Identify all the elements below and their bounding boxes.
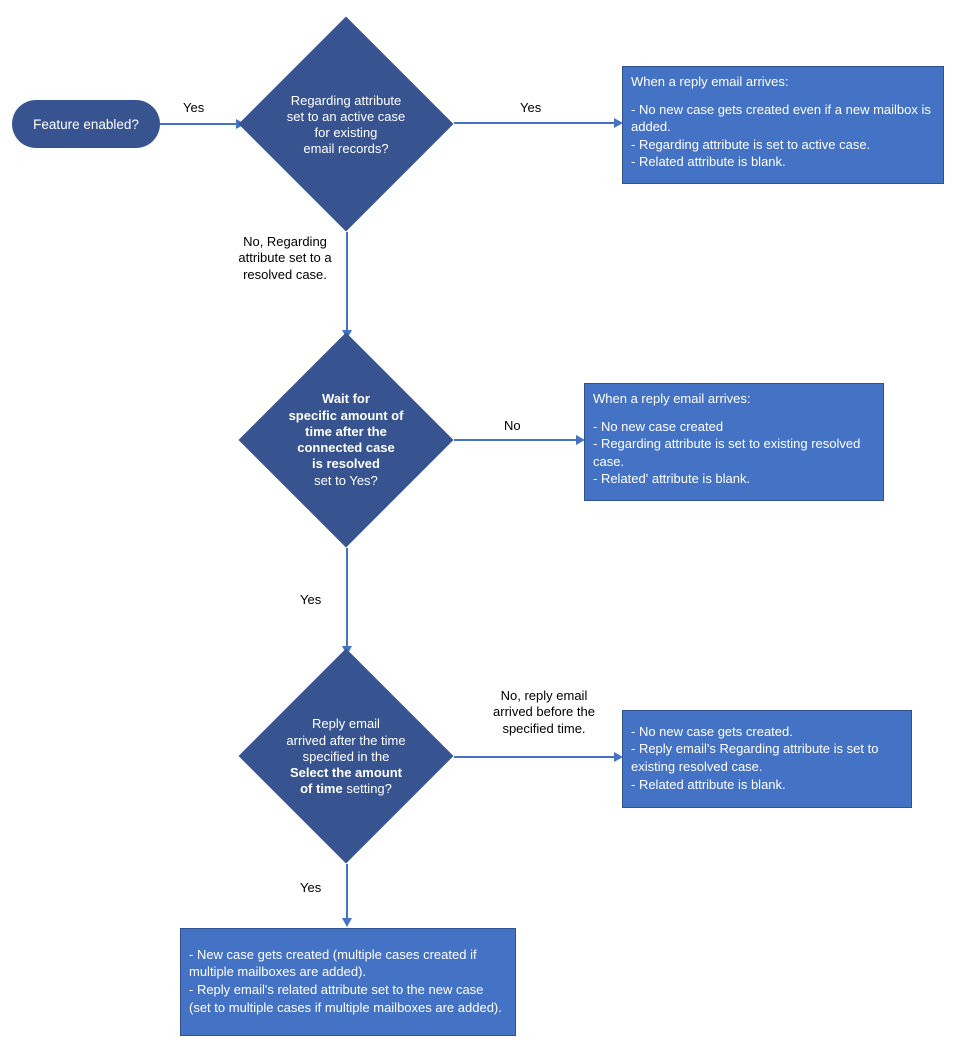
connector [454, 122, 614, 124]
arrow-down-icon [342, 918, 352, 927]
process-bullet: - Related' attribute is blank. [593, 470, 873, 488]
d3-line: Select the amount [286, 765, 405, 781]
process-title: When a reply email arrives: [631, 73, 933, 91]
edge-label-no: No [504, 418, 521, 434]
start-terminator-text: Feature enabled? [33, 117, 139, 132]
decision-regarding-active-label: Regarding attribute set to an active cas… [248, 27, 444, 223]
d3-line: Reply email [286, 716, 405, 732]
d1-line: set to an active case [287, 109, 406, 125]
edge-label-yes: Yes [300, 880, 321, 896]
process-bullet: - Related attribute is blank. [631, 153, 933, 171]
edge-label-d1-no: No, Regarding attribute set to a resolve… [230, 234, 340, 283]
connector [346, 864, 348, 920]
d3-line: specified in the [286, 749, 405, 765]
connector [454, 756, 614, 758]
connector [346, 548, 348, 648]
start-terminator: Feature enabled? [12, 100, 160, 148]
edge-label-yes: Yes [300, 592, 321, 608]
connector [346, 232, 348, 332]
d2-line: set to Yes? [289, 473, 404, 489]
d1-line: email records? [287, 141, 406, 157]
edge-label-text: No, Regarding attribute set to a resolve… [238, 234, 331, 282]
d2-line: specific amount of [289, 408, 404, 424]
edge-label-d3-no: No, reply email arrived before the speci… [488, 688, 600, 737]
outcome-active-case: When a reply email arrives: - No new cas… [622, 66, 944, 184]
decision-wait-specific-time-label: Wait for specific amount of time after t… [242, 342, 450, 538]
d1-line: Regarding attribute [287, 93, 406, 109]
edge-label-yes: Yes [520, 100, 541, 116]
process-bullet: - No new case gets created even if a new… [631, 101, 933, 136]
d2-line: is resolved [289, 456, 404, 472]
process-bullet: - Regarding attribute is set to active c… [631, 136, 933, 154]
process-bullet: - Reply email's related attribute set to… [189, 981, 505, 1016]
edge-label-yes: Yes [183, 100, 204, 116]
d1-line: for existing [287, 125, 406, 141]
process-bullet: - Regarding attribute is set to existing… [593, 435, 873, 470]
process-title: When a reply email arrives: [593, 390, 873, 408]
d2-line: time after the [289, 424, 404, 440]
process-bullet: - Related attribute is blank. [631, 776, 901, 794]
process-bullet: - Reply email's Regarding attribute is s… [631, 740, 901, 775]
outcome-reply-after-time: - New case gets created (multiple cases … [180, 928, 516, 1036]
connector [454, 439, 576, 441]
flowchart-canvas: Feature enabled? Yes Regarding attribute… [0, 0, 956, 1049]
process-bullet: - New case gets created (multiple cases … [189, 946, 505, 981]
d3-line-bold: Select the amount [290, 765, 402, 780]
d2-line: connected case [289, 440, 404, 456]
d2-line: Wait for [289, 391, 404, 407]
d3-line-tail: setting? [343, 781, 392, 796]
d3-line: of time setting? [286, 781, 405, 797]
process-bullet: - No new case gets created. [631, 723, 901, 741]
outcome-reply-before-time: - No new case gets created. - Reply emai… [622, 710, 912, 808]
connector [160, 123, 236, 125]
process-bullet: - No new case created [593, 418, 873, 436]
outcome-wait-no: When a reply email arrives: - No new cas… [584, 383, 884, 501]
edge-label-text: No, reply email arrived before the speci… [493, 688, 595, 736]
decision-reply-after-time-label: Reply email arrived after the time speci… [248, 659, 444, 855]
d3-line-bold: of time [300, 781, 343, 796]
d3-line: arrived after the time [286, 733, 405, 749]
